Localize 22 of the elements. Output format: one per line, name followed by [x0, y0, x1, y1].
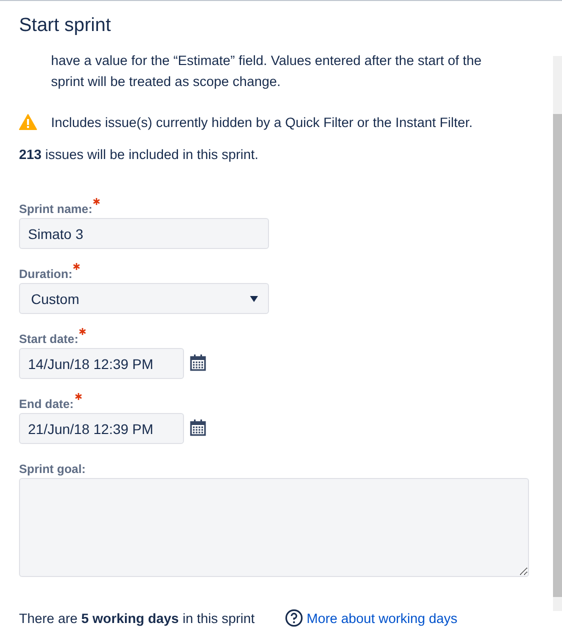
date-field[interactable]: 21/Jun/18 12:39 PM [19, 413, 184, 444]
help-icon [284, 609, 303, 627]
warning-icon [19, 114, 37, 130]
calendar-icon[interactable] [190, 419, 206, 436]
warning-text: Includes issue(s) currently hidden by a Quick Filter or the Instant Filter. [51, 114, 473, 130]
field-label: End date: [19, 397, 74, 411]
field-label: Sprint goal: [19, 462, 86, 476]
working-days-text: There are 5 working days in this sprint [19, 610, 255, 626]
field-label: Sprint name: [19, 202, 92, 216]
duration-dropdown[interactable]: Custom [19, 283, 269, 314]
scrollbar[interactable] [553, 56, 562, 611]
sprint-name-field[interactable]: Simato 3 [19, 218, 269, 249]
field-label: Duration: [19, 267, 72, 281]
caret-icon [250, 296, 258, 302]
dialog-title: Start sprint [19, 14, 111, 36]
date-field[interactable]: 14/Jun/18 12:39 PM [19, 348, 184, 379]
working-days-link[interactable]: More about working days [306, 610, 458, 626]
issue-count-text: 213 issues will be included in this sprint. [19, 147, 260, 162]
sprint-goal-field[interactable] [19, 478, 529, 577]
calendar-icon[interactable] [190, 354, 206, 371]
intro-text: have a value for the “Estimate” field. Values entered after the start of the sprint will be treated as scope change. [51, 52, 482, 91]
field-label: Start date: [19, 332, 78, 346]
